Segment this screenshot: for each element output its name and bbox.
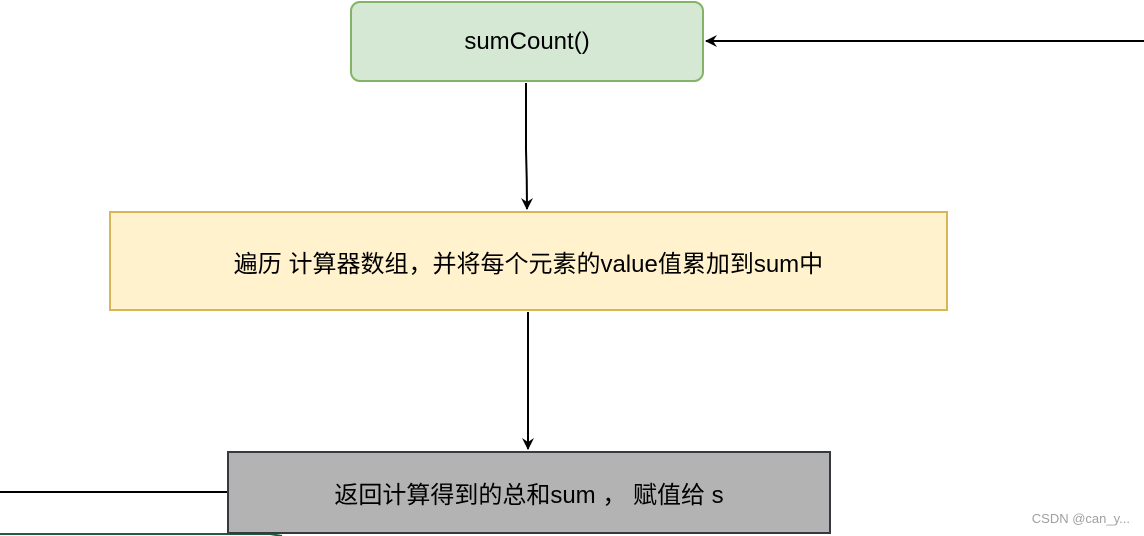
node-process-iterate-sum: 遍历 计算器数组，并将每个元素的value值累加到sum中 — [109, 211, 948, 311]
node-return-sum: 返回计算得到的总和sum ， 赋值给 s — [227, 451, 831, 534]
watermark: CSDN @can_y... — [1031, 511, 1130, 526]
edge-start-to-process — [520, 83, 533, 210]
node-start-sumcount: sumCount() — [350, 1, 704, 82]
